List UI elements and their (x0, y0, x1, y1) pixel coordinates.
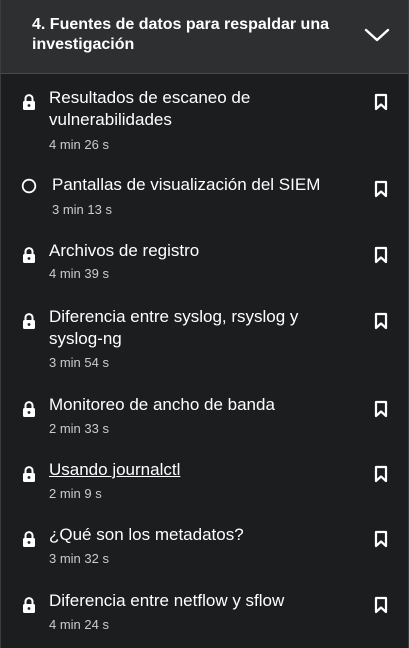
lecture-duration: 3 min 13 s (52, 202, 112, 217)
lock-icon (23, 531, 35, 547)
lecture-title-link[interactable]: Usando journalctl (49, 459, 339, 481)
lecture-item[interactable]: Diferencia entre syslog, rsyslog y syslo… (1, 306, 408, 376)
lecture-title: Monitoreo de ancho de banda (49, 395, 275, 414)
lecture-title: Diferencia entre netflow y sflow (49, 591, 285, 610)
lecture-title: Resultados de escaneo de vulnerabilidade… (49, 88, 251, 129)
lecture-item[interactable]: Monitoreo de ancho de banda 2 min 33 s (1, 393, 408, 441)
lecture-duration: 4 min 24 s (49, 617, 109, 632)
curriculum-panel: 4. Fuentes de datos para respaldar una i… (0, 0, 409, 648)
bookmark-icon[interactable] (374, 180, 388, 198)
lecture-duration: 2 min 9 s (49, 486, 102, 501)
bookmark-icon[interactable] (374, 246, 388, 264)
lecture-item[interactable]: Pantallas de visualización del SIEM 3 mi… (1, 174, 408, 222)
lecture-duration: 3 min 32 s (49, 551, 109, 566)
lock-icon (23, 94, 35, 110)
lecture-title: Archivos de registro (49, 241, 200, 260)
lecture-duration: 4 min 26 s (49, 137, 109, 152)
lock-icon (23, 597, 35, 613)
lecture-item[interactable]: Diferencia entre netflow y sflow 4 min 2… (1, 590, 408, 638)
lecture-duration: 2 min 33 s (49, 421, 109, 436)
lecture-item[interactable]: Resultados de escaneo de vulnerabilidade… (1, 86, 408, 156)
lecture-item[interactable]: Usando journalctl 2 min 9 s (1, 458, 408, 506)
lock-icon (23, 313, 35, 329)
section-title: 4. Fuentes de datos para respaldar una i… (32, 16, 329, 53)
bookmark-icon[interactable] (374, 312, 388, 330)
circle-icon (21, 178, 37, 194)
lecture-title: Diferencia entre syslog, rsyslog y syslo… (49, 307, 299, 348)
bookmark-icon[interactable] (374, 596, 388, 614)
lock-icon (23, 466, 35, 482)
lecture-duration: 3 min 54 s (49, 355, 109, 370)
section-header[interactable]: 4. Fuentes de datos para respaldar una i… (1, 0, 408, 74)
chevron-down-icon[interactable] (363, 26, 391, 44)
lecture-item[interactable]: Archivos de registro 4 min 39 s (1, 239, 408, 287)
bookmark-icon[interactable] (374, 400, 388, 418)
bookmark-icon[interactable] (374, 530, 388, 548)
lecture-duration: 4 min 39 s (49, 266, 109, 281)
lock-icon (23, 401, 35, 417)
bookmark-icon[interactable] (374, 465, 388, 483)
lecture-title: ¿Qué son los metadatos? (49, 525, 244, 544)
lock-icon (23, 247, 35, 263)
bookmark-icon[interactable] (374, 93, 388, 111)
lecture-title: Pantallas de visualización del SIEM (52, 175, 321, 194)
lecture-item[interactable]: ¿Qué son los metadatos? 3 min 32 s (1, 523, 408, 571)
